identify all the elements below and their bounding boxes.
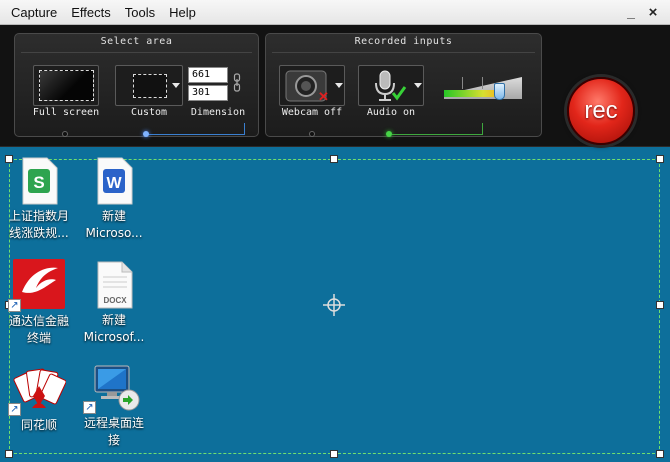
webcam-label: Webcam off <box>281 107 343 118</box>
desktop-icon-label: Microsof... <box>83 330 145 344</box>
audio-indicator-tick <box>482 123 483 135</box>
menu-effects[interactable]: Effects <box>64 0 118 25</box>
desktop-icon-remote-desktop[interactable]: ↗ 远程桌面连 接 <box>79 364 149 449</box>
recorder-toolbar: Select area Full screen Custom 661 301 D… <box>0 25 670 147</box>
microphone-icon <box>375 70 407 101</box>
desktop-icon-stock-sheet[interactable]: S 上证指数月 线涨跌规... <box>4 157 74 242</box>
resize-handle-bottom-right[interactable] <box>656 450 664 458</box>
recorded-inputs-title: Recorded inputs <box>354 36 453 47</box>
full-screen-icon <box>39 70 94 101</box>
menu-tools[interactable]: Tools <box>118 0 162 25</box>
audio-label: Audio on <box>366 107 416 118</box>
panel-divider <box>21 52 252 53</box>
desktop-icon-word-doc[interactable]: W 新建 Microso... <box>79 157 149 242</box>
desktop-icon-label: 线涨跌规... <box>9 226 69 240</box>
desktop-icon-label: 远程桌面连 <box>83 416 144 430</box>
desktop-icon-label: Microso... <box>85 226 143 240</box>
webcam-indicator <box>309 131 315 137</box>
move-crosshair-icon[interactable] <box>322 293 346 317</box>
shortcut-arrow-icon: ↗ <box>8 403 21 416</box>
desktop-icon-label: 同花顺 <box>20 418 57 432</box>
desktop-icon-docx[interactable]: DOCX 新建 Microsof... <box>79 261 149 346</box>
full-screen-label: Full screen <box>32 107 100 118</box>
area-indicator-tick <box>244 123 245 135</box>
desktop-icon-tonghuashun[interactable]: ↗ 同花顺 <box>4 366 74 434</box>
custom-label: Custom <box>130 107 168 118</box>
audio-button[interactable] <box>358 65 424 106</box>
svg-text:S: S <box>33 173 44 192</box>
volume-tick <box>482 77 483 89</box>
desktop-icon-label: 通达信金融 <box>8 314 69 328</box>
desktop-icon-label: 终端 <box>26 331 51 345</box>
audio-indicator-line <box>392 134 482 135</box>
shortcut-arrow-icon: ↗ <box>8 299 21 312</box>
wps-sheet-icon: S <box>17 157 61 205</box>
select-area-title: Select area <box>100 36 173 47</box>
width-input[interactable]: 661 <box>188 67 228 83</box>
aspect-lock-icon[interactable] <box>233 73 241 93</box>
menu-bar: Capture Effects Tools Help _ × <box>0 0 670 25</box>
remote-desktop-icon: ↗ <box>83 364 141 414</box>
custom-area-icon <box>133 74 167 98</box>
custom-area-button[interactable] <box>115 65 183 106</box>
record-button[interactable]: rec <box>567 77 635 145</box>
chevron-down-icon[interactable] <box>335 83 343 88</box>
svg-text:W: W <box>106 175 122 192</box>
full-screen-button[interactable] <box>33 65 99 106</box>
desktop-icon-label: 新建 <box>101 313 126 327</box>
volume-tick <box>462 77 463 89</box>
resize-handle-top-right[interactable] <box>656 155 664 163</box>
desktop-icon-tdx[interactable]: ↗ 通达信金融 终端 <box>4 258 74 347</box>
menu-capture[interactable]: Capture <box>4 0 64 25</box>
word-doc-icon: W <box>92 157 136 205</box>
desktop-icon-label: 新建 <box>101 209 126 223</box>
tdx-app-icon: ↗ <box>8 258 66 312</box>
dimension-label: Dimension <box>190 107 246 118</box>
resize-handle-bottom-left[interactable] <box>5 450 13 458</box>
chevron-down-icon[interactable] <box>414 83 422 88</box>
webcam-button[interactable]: ✕ <box>279 65 345 106</box>
resize-handle-right[interactable] <box>656 301 664 309</box>
chevron-down-icon[interactable] <box>172 83 180 88</box>
tonghuashun-icon: ↗ <box>8 366 67 416</box>
panel-divider <box>272 52 535 53</box>
resize-handle-top[interactable] <box>330 155 338 163</box>
custom-indicator <box>143 131 149 137</box>
volume-level-fill <box>444 90 500 97</box>
desktop-icon-label: 接 <box>107 433 120 447</box>
full-screen-indicator <box>62 131 68 137</box>
docx-file-icon: DOCX <box>92 261 136 309</box>
height-input[interactable]: 301 <box>188 85 228 101</box>
shortcut-arrow-icon: ↗ <box>83 401 96 414</box>
area-indicator-line <box>148 134 244 135</box>
close-button[interactable]: × <box>644 0 662 25</box>
svg-text:✕: ✕ <box>318 89 329 103</box>
webcam-icon: ✕ <box>285 70 329 103</box>
minimize-button[interactable]: _ <box>622 0 640 25</box>
menu-help[interactable]: Help <box>162 0 203 25</box>
resize-handle-bottom[interactable] <box>330 450 338 458</box>
docx-badge: DOCX <box>103 296 127 305</box>
desktop-icon-label: 上证指数月 <box>8 209 69 223</box>
volume-slider-handle[interactable] <box>494 83 505 100</box>
